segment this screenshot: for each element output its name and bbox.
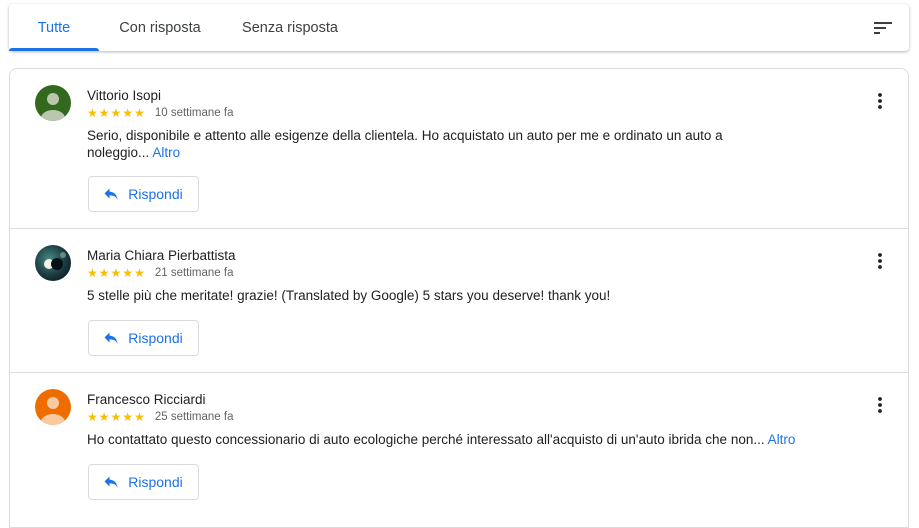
user-avatar-icon	[35, 389, 71, 425]
reply-label: Rispondi	[128, 330, 183, 346]
review-time: 21 settimane fa	[154, 267, 234, 279]
review-item: Maria Chiara Pierbattista ★ ★ ★ ★ ★ 21 s…	[10, 229, 908, 373]
tab-label: Tutte	[37, 19, 71, 36]
review-body: 5 stelle più che meritate! grazie! (Tran…	[87, 288, 611, 303]
more-vert-icon	[878, 93, 882, 109]
star-icon: ★	[122, 106, 134, 120]
tab-label: Con risposta	[119, 19, 201, 36]
reply-arrow-icon	[104, 476, 118, 488]
user-avatar-icon	[35, 85, 71, 121]
review-list: Vittorio Isopi ★ ★ ★ ★ ★ 10 settimane fa…	[9, 68, 909, 528]
star-rating: ★ ★ ★ ★ ★ 10 settimane fa	[87, 106, 233, 120]
reviewer-name: Francesco Ricciardi	[87, 392, 206, 407]
review-time: 10 settimane fa	[154, 107, 234, 119]
avatar	[35, 389, 71, 425]
more-link[interactable]: Altro	[152, 145, 180, 160]
review-item: Vittorio Isopi ★ ★ ★ ★ ★ 10 settimane fa…	[10, 69, 908, 229]
more-vert-icon	[878, 397, 882, 413]
reply-button[interactable]: Rispondi	[88, 176, 199, 212]
tab-tutte[interactable]: Tutte	[9, 4, 99, 51]
star-icon: ★	[87, 106, 98, 120]
reply-button[interactable]: Rispondi	[88, 320, 199, 356]
review-menu-button[interactable]	[868, 89, 892, 113]
reply-button[interactable]: Rispondi	[88, 464, 199, 500]
reviewer-name: Maria Chiara Pierbattista	[87, 248, 236, 263]
star-icon: ★	[110, 266, 122, 280]
tab-label: Senza risposta	[242, 19, 338, 36]
star-rating: ★ ★ ★ ★ ★ 25 settimane fa	[87, 410, 233, 424]
reply-arrow-icon	[104, 188, 118, 200]
tab-con-risposta[interactable]: Con risposta	[104, 4, 216, 51]
reviewer-name: Vittorio Isopi	[87, 88, 162, 103]
reply-label: Rispondi	[128, 474, 183, 490]
sort-button[interactable]	[871, 16, 895, 40]
review-item: Francesco Ricciardi ★ ★ ★ ★ ★ 25 settima…	[10, 373, 908, 517]
star-icon: ★	[87, 410, 98, 424]
more-vert-icon	[878, 253, 882, 269]
review-filter-tabs: Tutte Con risposta Senza risposta	[9, 4, 909, 51]
star-icon: ★	[110, 410, 122, 424]
review-text: 5 stelle più che meritate! grazie! (Tran…	[87, 288, 887, 305]
review-menu-button[interactable]	[868, 249, 892, 273]
review-text: Ho contattato questo concessionario di a…	[87, 432, 887, 449]
sort-icon	[874, 22, 892, 34]
star-icon: ★	[122, 266, 134, 280]
star-icon: ★	[134, 410, 145, 424]
star-icon: ★	[98, 106, 110, 120]
review-text: Serio, disponibile e attento alle esigen…	[87, 128, 767, 161]
star-icon: ★	[134, 266, 145, 280]
tab-senza-risposta[interactable]: Senza risposta	[226, 4, 354, 51]
star-icon: ★	[87, 266, 98, 280]
reply-arrow-icon	[104, 332, 118, 344]
review-time: 25 settimane fa	[154, 411, 234, 423]
star-icon: ★	[110, 106, 122, 120]
star-icon: ★	[98, 410, 110, 424]
star-icon: ★	[134, 106, 145, 120]
review-body: Serio, disponibile e attento alle esigen…	[87, 128, 723, 160]
star-rating: ★ ★ ★ ★ ★ 21 settimane fa	[87, 266, 233, 280]
avatar	[35, 85, 71, 121]
review-body: Ho contattato questo concessionario di a…	[87, 432, 765, 447]
review-menu-button[interactable]	[868, 393, 892, 417]
avatar	[35, 245, 71, 281]
star-icon: ★	[122, 410, 134, 424]
star-icon: ★	[98, 266, 110, 280]
active-tab-indicator	[9, 48, 99, 51]
user-photo-icon	[35, 245, 71, 281]
more-link[interactable]: Altro	[768, 432, 796, 447]
reply-label: Rispondi	[128, 186, 183, 202]
